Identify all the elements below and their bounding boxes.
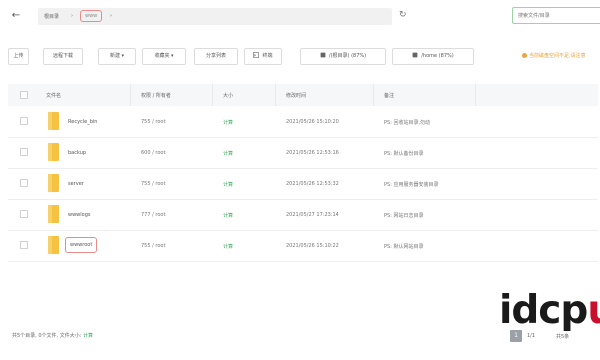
row-checkbox[interactable] bbox=[20, 148, 28, 156]
new-dropdown-button[interactable]: 新建 ▾ bbox=[98, 48, 136, 65]
warning-icon bbox=[522, 53, 527, 58]
disk-warning-text: 当前磁盘空间不足,请注意 bbox=[529, 53, 586, 59]
row-checkbox[interactable] bbox=[20, 179, 28, 187]
file-modified-time: 2021/05/26 12:53:16 bbox=[286, 150, 339, 156]
file-remark: PS: 回收站目录,勿动 bbox=[384, 120, 431, 126]
table-row[interactable]: wwwroot 755 / root 计算 2021/05/26 15:10:2… bbox=[8, 230, 598, 262]
record-count: 共5条 bbox=[556, 334, 570, 340]
refresh-icon[interactable]: ↻ bbox=[399, 9, 409, 21]
file-name-highlighted[interactable]: wwwroot bbox=[65, 237, 98, 253]
terminal-button[interactable]: 终端 bbox=[244, 48, 282, 65]
directory-summary-text: 共5个目录, 0个文件, 文件大小: bbox=[12, 333, 82, 339]
row-checkbox[interactable] bbox=[20, 241, 28, 249]
file-size-link[interactable]: 计算 bbox=[223, 243, 233, 250]
column-divider bbox=[275, 84, 276, 106]
column-divider bbox=[475, 84, 476, 106]
folder-icon bbox=[48, 143, 59, 161]
breadcrumb-current-highlighted[interactable]: www bbox=[80, 10, 103, 22]
file-remark: PS: 网站日志目录 bbox=[384, 213, 424, 219]
file-name[interactable]: server bbox=[68, 181, 84, 187]
remote-download-button[interactable]: 远程下载 bbox=[43, 48, 83, 65]
directory-summary: 共5个目录, 0个文件, 文件大小: 计算 bbox=[12, 332, 93, 339]
watermark-text: idcp bbox=[499, 288, 588, 333]
file-name[interactable]: wwwlogs bbox=[68, 212, 91, 218]
header-remark: 备注 bbox=[384, 93, 395, 99]
search-input[interactable] bbox=[512, 7, 600, 24]
file-remark: PS: 默认网站目录 bbox=[384, 244, 424, 250]
upload-button[interactable]: 上传 bbox=[8, 48, 29, 65]
table-row[interactable]: backup 600 / root 计算 2021/05/26 12:53:16… bbox=[8, 137, 598, 169]
path-breadcrumb-bar[interactable]: 根目录 › www › bbox=[38, 8, 392, 25]
file-toolbar: 上传 远程下载 新建 ▾ 收藏夹 ▾ 分享列表 终端 /(根目录) (87%) … bbox=[8, 48, 598, 66]
table-header: 文件名 权限 / 所有者 大小 修改时间 备注 bbox=[8, 84, 598, 106]
disk-home-label: /home (87%) bbox=[421, 53, 454, 59]
disk-root-label: /(根目录) (87%) bbox=[328, 53, 367, 59]
select-all-checkbox[interactable] bbox=[20, 91, 28, 99]
folder-icon bbox=[48, 174, 59, 192]
share-list-button[interactable]: 分享列表 bbox=[194, 48, 238, 65]
file-permission[interactable]: 777 / root bbox=[141, 212, 165, 218]
file-size-link[interactable]: 计算 bbox=[223, 150, 233, 157]
column-divider bbox=[373, 84, 374, 106]
file-name[interactable]: Recycle_bin bbox=[68, 119, 97, 125]
folder-icon bbox=[48, 236, 59, 254]
file-name[interactable]: backup bbox=[68, 150, 86, 156]
address-bar-row: ← 根目录 › www › ↻ bbox=[8, 6, 600, 26]
favorites-dropdown-button[interactable]: 收藏夹 ▾ bbox=[142, 48, 186, 65]
calculate-size-link[interactable]: 计算 bbox=[83, 333, 93, 339]
terminal-label: 终端 bbox=[262, 53, 273, 59]
terminal-icon bbox=[253, 52, 260, 58]
disk-icon bbox=[412, 52, 418, 58]
folder-icon bbox=[48, 205, 59, 223]
column-divider bbox=[130, 84, 131, 106]
current-page-button[interactable]: 1 bbox=[510, 330, 522, 342]
header-size[interactable]: 大小 bbox=[223, 92, 233, 99]
file-modified-time: 2021/05/26 15:10:20 bbox=[286, 119, 339, 125]
table-row[interactable]: wwwlogs 777 / root 计算 2021/05/27 17:23:1… bbox=[8, 199, 598, 231]
disk-root-button[interactable]: /(根目录) (87%) bbox=[300, 48, 386, 65]
breadcrumb-root[interactable]: 根目录 bbox=[44, 13, 59, 20]
disk-home-button[interactable]: /home (87%) bbox=[392, 48, 474, 65]
file-remark: PS: 应用服务器安装目录 bbox=[384, 182, 439, 188]
file-size-link[interactable]: 计算 bbox=[223, 212, 233, 219]
folder-icon bbox=[48, 112, 59, 130]
watermark-accent-text: u bbox=[587, 288, 600, 333]
breadcrumb-separator: › bbox=[71, 13, 73, 19]
header-permission-owner[interactable]: 权限 / 所有者 bbox=[141, 92, 171, 99]
file-modified-time: 2021/05/27 17:23:14 bbox=[286, 212, 339, 218]
page-indicator: 1/1 bbox=[527, 333, 536, 339]
row-checkbox[interactable] bbox=[20, 210, 28, 218]
table-row[interactable]: Recycle_bin 755 / root 计算 2021/05/26 15:… bbox=[8, 106, 598, 138]
header-modified-time[interactable]: 修改时间 bbox=[286, 92, 306, 99]
file-permission[interactable]: 600 / root bbox=[141, 150, 165, 156]
header-filename[interactable]: 文件名 bbox=[46, 92, 61, 99]
breadcrumb-separator-trailing: › bbox=[110, 13, 112, 19]
file-modified-time: 2021/05/26 15:10:22 bbox=[286, 243, 339, 249]
back-arrow-icon[interactable]: ← bbox=[10, 10, 22, 22]
file-size-link[interactable]: 计算 bbox=[223, 181, 233, 188]
site-watermark-logo: idcpu bbox=[499, 291, 600, 331]
file-permission[interactable]: 755 / root bbox=[141, 119, 165, 125]
file-remark: PS: 默认备份目录 bbox=[384, 151, 424, 157]
file-permission[interactable]: 755 / root bbox=[141, 181, 165, 187]
file-permission[interactable]: 755 / root bbox=[141, 243, 165, 249]
file-size-link[interactable]: 计算 bbox=[223, 119, 233, 126]
file-modified-time: 2021/05/26 12:53:32 bbox=[286, 181, 339, 187]
column-divider bbox=[212, 84, 213, 106]
table-row[interactable]: server 755 / root 计算 2021/05/26 12:53:32… bbox=[8, 168, 598, 200]
disk-icon bbox=[320, 52, 326, 58]
disk-warning-notice: 当前磁盘空间不足,请注意 bbox=[522, 52, 586, 59]
row-checkbox[interactable] bbox=[20, 117, 28, 125]
